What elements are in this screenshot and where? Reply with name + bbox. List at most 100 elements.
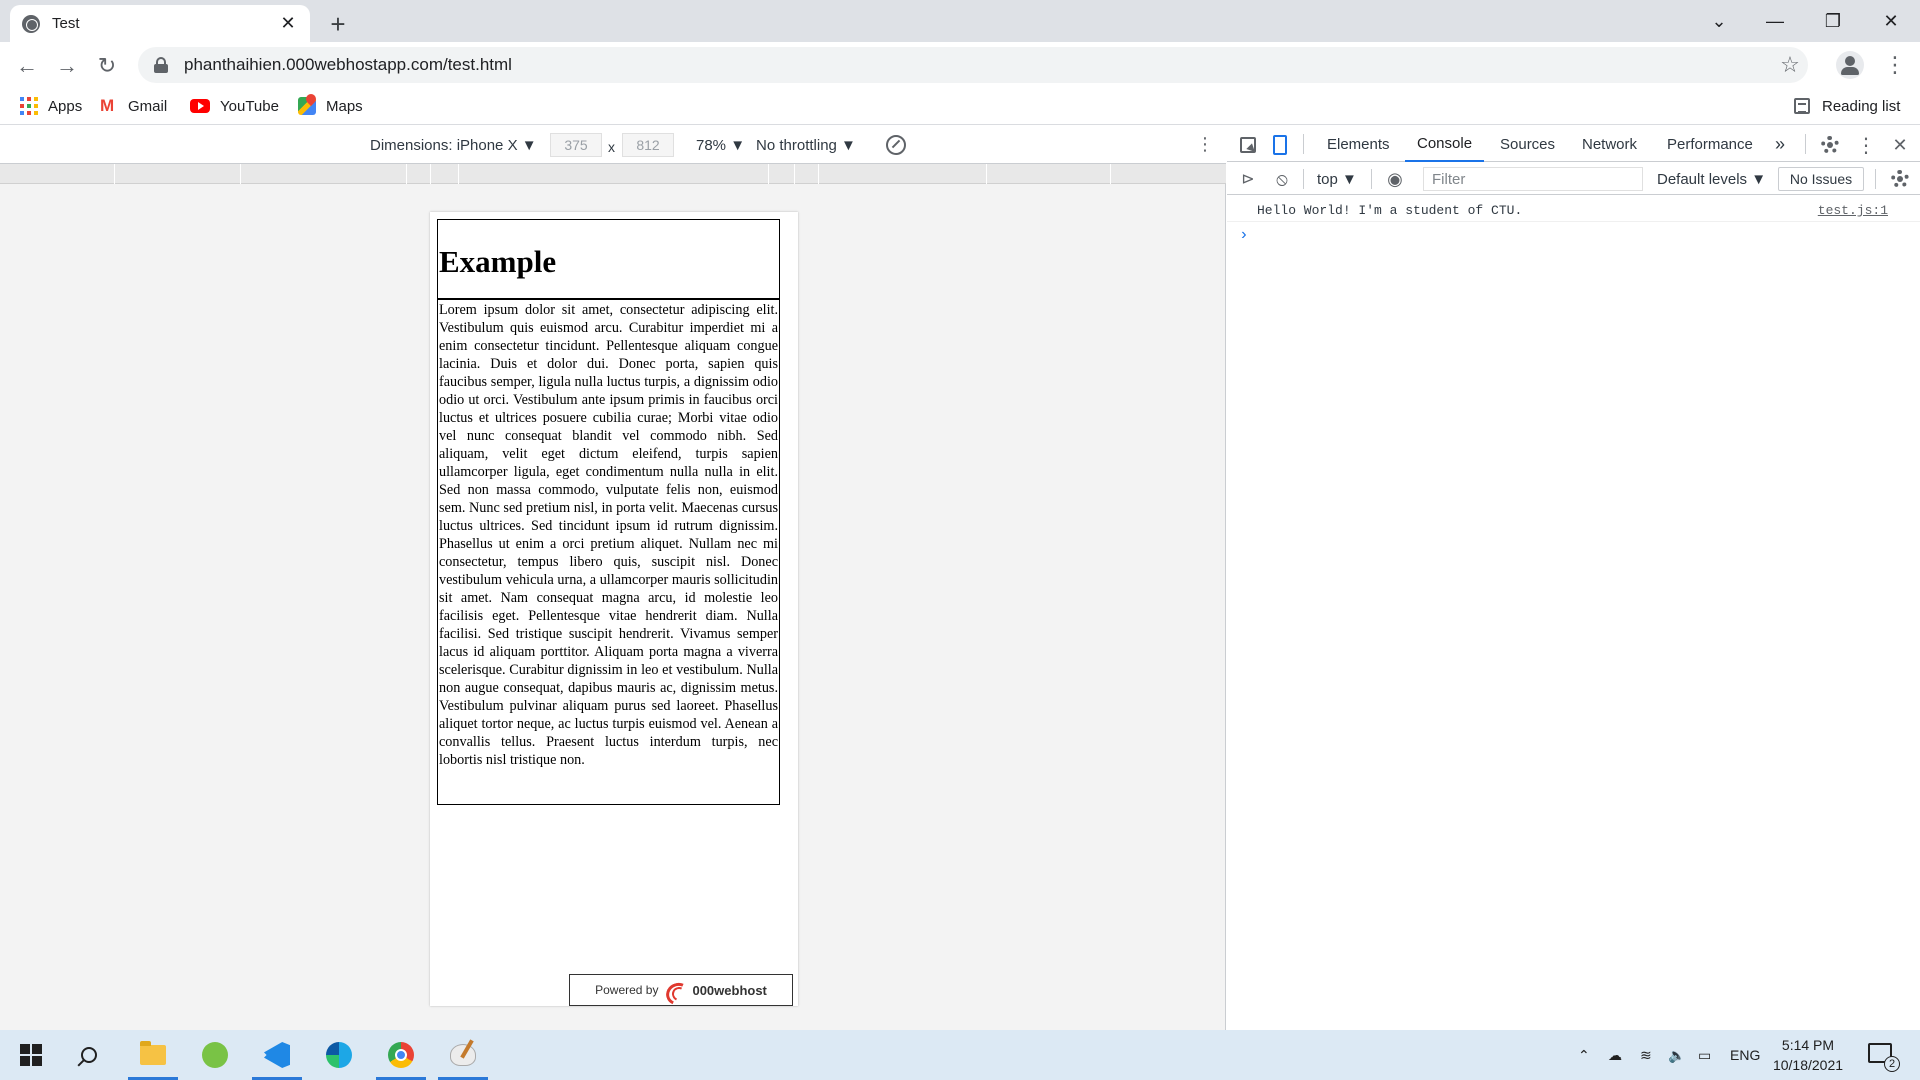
issues-button[interactable]: No Issues [1778,167,1864,191]
tab-network[interactable]: Network [1582,126,1637,162]
tab-title: Test [52,15,80,32]
onedrive-icon[interactable]: ☁ [1608,1030,1622,1080]
throttling-select[interactable]: No throttling ▼ [756,135,856,155]
console-toolbar: ⊳ ⦸ top ▼ ◉ Filter Default levels ▼ No I… [1227,163,1920,195]
context-select[interactable]: top ▼ [1317,169,1357,189]
tab-console[interactable]: Console [1405,126,1485,162]
clock-time: 5:14 PM [1781,1037,1835,1053]
device-toolbar-menu-icon[interactable]: ⋮ [1196,134,1214,155]
rotate-icon[interactable] [886,135,906,155]
bookmark-maps[interactable]: Maps [298,94,363,118]
console-filter-input[interactable]: Filter [1423,167,1643,191]
bookmark-label: Gmail [128,97,168,115]
media-query-ruler[interactable] [0,164,1226,184]
browser-menu-icon[interactable]: ⋮ [1880,50,1910,80]
language-indicator[interactable]: ENG [1730,1030,1760,1080]
vscode-icon [264,1042,290,1068]
edge-icon [326,1042,352,1068]
device-screen[interactable]: Example Lorem ipsum dolor sit amet, cons… [430,212,798,1006]
inspect-element-button[interactable] [1237,134,1259,156]
globe-icon [22,14,40,33]
maps-icon [298,97,316,115]
powered-by-brand: 000webhost [692,982,767,998]
bookmarks-bar: Apps M Gmail YouTube Maps Reading list [0,88,1920,125]
show-hidden-icons[interactable]: ⌃ [1578,1030,1590,1080]
app-button[interactable] [190,1030,240,1080]
webhost-logo-icon [666,981,688,999]
search-button[interactable] [64,1030,114,1080]
chrome-icon [388,1042,414,1068]
toggle-device-button[interactable] [1269,134,1291,156]
device-viewport-pane: Dimensions: iPhone X ▼ 375 x 812 78% ▼ N… [0,126,1226,1030]
volume-icon[interactable]: 🔈 [1668,1030,1685,1080]
viewport-width-input[interactable]: 375 [550,133,602,157]
profile-avatar[interactable] [1836,51,1864,79]
back-button[interactable]: ← [10,49,44,83]
folder-icon [140,1041,166,1065]
forward-button[interactable]: → [50,49,84,83]
more-tabs-button[interactable]: » [1775,126,1785,162]
bookmark-gmail[interactable]: M Gmail [100,94,167,118]
tab-elements[interactable]: Elements [1327,126,1390,162]
vscode-button[interactable] [252,1030,302,1080]
search-icon [81,1047,97,1063]
battery-icon[interactable]: ▭ [1698,1030,1711,1080]
gear-icon [1891,170,1909,188]
close-window-button[interactable]: ✕ [1862,0,1920,42]
inspect-icon [1240,137,1256,153]
device-dimensions-select[interactable]: Dimensions: iPhone X ▼ [370,135,537,155]
zoom-select[interactable]: 78% ▼ [696,135,745,155]
reading-list-label: Reading list [1822,97,1901,115]
tab-performance[interactable]: Performance [1667,126,1753,162]
restore-button[interactable]: ❐ [1804,0,1862,42]
address-bar[interactable]: phanthaihien.000webhostapp.com/test.html… [138,47,1808,83]
devtools-menu-icon[interactable]: ⋮ [1855,134,1877,157]
app-icon [202,1042,228,1068]
sidebar-toggle-icon[interactable]: ⊳ [1237,168,1259,190]
powered-by-badge[interactable]: Powered by 000webhost [569,974,793,1006]
devtools-close-icon[interactable]: ✕ [1889,134,1911,156]
windows-taskbar: ⌃ ☁ ≋ 🔈 ▭ ENG 5:14 PM 10/18/2021 2 [0,1030,1920,1080]
bookmark-star-icon[interactable]: ☆ [1772,52,1808,78]
eye-icon[interactable]: ◉ [1384,168,1406,190]
devtools-panel: Elements Console Sources Network Perform… [1227,126,1920,1030]
console-source-link[interactable]: test.js:1 [1818,203,1888,218]
bookmark-youtube[interactable]: YouTube [190,94,279,118]
taskbar-clock[interactable]: 5:14 PM 10/18/2021 [1760,1035,1856,1075]
reload-button[interactable]: ↻ [90,49,124,83]
start-button[interactable] [6,1030,56,1080]
bookmark-label: Maps [326,97,363,115]
browser-tab[interactable]: Test ✕ [10,5,310,42]
edge-button[interactable] [314,1030,364,1080]
tab-sources[interactable]: Sources [1500,126,1555,162]
bookmark-label: YouTube [220,97,279,115]
lock-icon[interactable] [154,57,168,73]
clock-date: 10/18/2021 [1772,1057,1844,1073]
console-prompt[interactable]: › [1239,226,1249,244]
youtube-icon [190,99,210,113]
device-toggle-icon [1273,135,1287,155]
close-tab-icon[interactable]: ✕ [278,13,298,34]
paint-button[interactable] [438,1030,488,1080]
url-text[interactable]: phanthaihien.000webhostapp.com/test.html [184,55,1772,75]
apps-grid-icon [20,97,38,115]
bookmark-apps[interactable]: Apps [20,94,82,118]
new-tab-button[interactable]: + [322,8,354,40]
browser-toolbar: ← → ↻ phanthaihien.000webhostapp.com/tes… [0,42,1920,88]
viewport-height-input[interactable]: 812 [622,133,674,157]
minimize-button[interactable]: — [1746,0,1804,42]
tab-search-icon[interactable]: ⌄ [1690,0,1748,42]
console-settings-button[interactable] [1889,168,1911,190]
page-heading: Example [439,244,557,279]
notification-count: 2 [1884,1056,1900,1072]
chrome-button[interactable] [376,1030,426,1080]
page-body-text: Lorem ipsum dolor sit amet, consectetur … [437,298,780,805]
file-explorer-button[interactable] [128,1030,178,1080]
clear-console-icon[interactable]: ⦸ [1271,168,1293,190]
reading-list-button[interactable]: Reading list [1794,94,1900,118]
wifi-icon[interactable]: ≋ [1640,1030,1652,1080]
devtools-settings-button[interactable] [1819,134,1841,156]
log-levels-select[interactable]: Default levels ▼ [1657,169,1766,189]
tab-strip: Test ✕ + ⌄ — ❐ ✕ [0,0,1920,42]
reading-list-icon [1794,98,1810,114]
